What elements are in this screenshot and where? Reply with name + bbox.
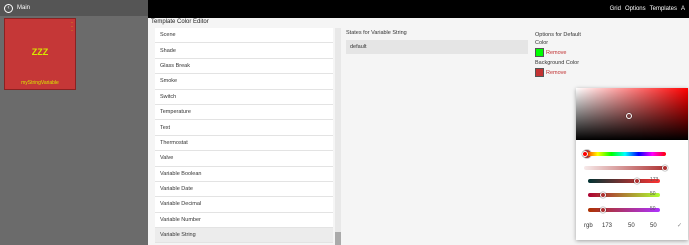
variable-type-list: Scene Shade Glass Break Smoke Switch Temperat… xyxy=(155,28,333,245)
type-list-item[interactable]: Smoke xyxy=(155,74,333,90)
red-input[interactable]: 173 xyxy=(602,223,628,229)
home-label: Main xyxy=(17,5,31,11)
type-list-item[interactable]: Temperature xyxy=(155,104,333,121)
type-list-item[interactable]: Variable String xyxy=(155,228,333,244)
type-list-item[interactable]: Thermostat xyxy=(155,135,333,152)
background-color-label: Background Color xyxy=(535,60,580,66)
background-remove-link[interactable]: Remove xyxy=(546,70,566,76)
app-sidebar: ‹ Main · · · ZZZ myStringVariable xyxy=(0,0,148,245)
type-list-item[interactable]: Variable Decimal xyxy=(155,197,333,213)
color-remove-link[interactable]: Remove xyxy=(546,50,566,56)
type-list-item[interactable]: Scene xyxy=(155,28,333,44)
green-slider-thumb[interactable] xyxy=(600,192,606,198)
saturation-area[interactable] xyxy=(576,88,688,140)
type-list-item[interactable]: Variable Number xyxy=(155,212,333,229)
alpha-slider-thumb[interactable] xyxy=(662,165,668,171)
topnav-templates[interactable]: Templates xyxy=(650,6,677,12)
red-slider-thumb[interactable] xyxy=(634,178,640,184)
green-input[interactable]: 50 xyxy=(628,223,650,229)
topnav-grid[interactable]: Grid xyxy=(610,6,621,12)
rgb-label: rgb xyxy=(584,223,593,229)
blue-input[interactable]: 50 xyxy=(650,223,670,229)
type-list-item[interactable]: Shade xyxy=(155,43,333,59)
state-item-default[interactable]: default xyxy=(346,40,528,54)
topnav-options[interactable]: Options xyxy=(625,6,646,12)
saturation-cursor[interactable] xyxy=(626,113,632,119)
top-nav: Grid Options Templates A xyxy=(610,6,685,12)
color-swatch[interactable] xyxy=(535,48,544,57)
list-scrollbar-thumb[interactable] xyxy=(335,232,341,245)
hue-slider-thumb[interactable] xyxy=(582,151,588,157)
tile-menu-icon[interactable]: · · · xyxy=(71,20,73,34)
top-bar: Grid Options Templates A xyxy=(148,0,689,18)
color-row: Remove xyxy=(535,47,685,58)
type-list-item[interactable]: Glass Break xyxy=(155,58,333,75)
type-list-item[interactable]: Switch xyxy=(155,89,333,105)
type-list-item[interactable]: Valve xyxy=(155,151,333,167)
variable-tile[interactable]: · · · ZZZ myStringVariable xyxy=(4,18,76,90)
back-icon[interactable]: ‹ xyxy=(4,3,13,13)
blue-slider-thumb[interactable] xyxy=(600,207,606,213)
rgb-inputs: rgb 173 50 50 xyxy=(584,223,670,229)
blue-slider-value: 50 xyxy=(650,206,656,212)
tile-value: ZZZ xyxy=(31,47,49,57)
type-list-item[interactable]: Variable Date xyxy=(155,181,333,198)
hue-slider[interactable] xyxy=(582,151,666,157)
background-color-swatch[interactable] xyxy=(535,68,544,77)
type-list-item[interactable]: Text xyxy=(155,120,333,136)
tile-label: myStringVariable xyxy=(21,80,59,86)
states-column: States for Variable String default xyxy=(346,30,528,54)
options-title: Options for Default xyxy=(535,32,581,38)
topnav-a[interactable]: A xyxy=(681,6,685,12)
confirm-check-icon[interactable]: ✓ xyxy=(677,222,682,229)
states-title: States for Variable String xyxy=(346,30,407,36)
type-list-item[interactable]: Variable Boolean xyxy=(155,166,333,182)
color-label: Color xyxy=(535,40,549,46)
list-scrollbar[interactable] xyxy=(335,28,341,245)
home-header[interactable]: ‹ Main xyxy=(0,0,148,16)
red-slider-value: 173 xyxy=(650,177,659,183)
editor-title: Template Color Editor xyxy=(151,19,209,25)
options-column: Options for Default Color Remove Backgro… xyxy=(535,32,685,78)
alpha-slider[interactable] xyxy=(584,165,668,171)
background-color-row: Remove xyxy=(535,67,685,78)
color-picker: 173 50 50 rgb 173 50 50 ✓ xyxy=(576,88,688,240)
green-slider-value: 50 xyxy=(650,191,656,197)
